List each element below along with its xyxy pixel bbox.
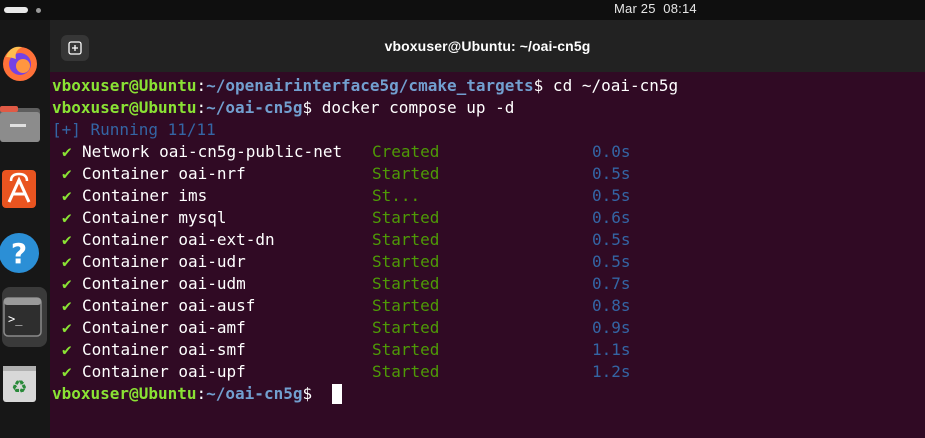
status-text: Started	[372, 164, 440, 183]
resource-name: Container mysql	[82, 208, 227, 227]
resource-name: Container oai-ausf	[82, 296, 256, 315]
status-text: Started	[372, 230, 440, 249]
check-mark: ✔	[62, 340, 72, 359]
compose-row: ✔ Container oai-smf Started 1.1s	[50, 339, 920, 361]
workspace-active-pill	[4, 7, 28, 13]
resource-name: Network oai-cn5g-public-net	[82, 142, 343, 161]
resource-name: Container oai-udm	[82, 274, 246, 293]
elapsed-time: 0.9s	[592, 318, 631, 337]
terminal-line-cd: vboxuser@Ubuntu:~/openairinterface5g/cma…	[52, 75, 678, 97]
check-mark: ✔	[62, 296, 72, 315]
elapsed-time: 0.5s	[592, 164, 631, 183]
window-title: vboxuser@Ubuntu: ~/oai-cn5g	[384, 38, 591, 54]
clock[interactable]: Mar 25 08:14	[614, 1, 697, 16]
compose-row: ✔ Container oai-upf Started 1.2s	[50, 361, 920, 383]
prompt-path: ~/oai-cn5g	[206, 98, 303, 117]
compose-row: ✔ Network oai-cn5g-public-net Created 0.0s	[50, 141, 920, 163]
check-mark: ✔	[62, 186, 72, 205]
resource-name: Container oai-udr	[82, 252, 246, 271]
terminal-icon[interactable]: >_	[0, 294, 50, 344]
prompt-path: ~/openairinterface5g/cmake_targets	[206, 76, 534, 95]
header-bar: vboxuser@Ubuntu: ~/oai-cn5g	[50, 20, 925, 72]
prompt-user: vboxuser@Ubuntu	[52, 384, 197, 403]
command-text: docker compose up -d	[312, 98, 515, 117]
compose-row: ✔ Container oai-udr Started 0.5s	[50, 251, 920, 273]
resource-name: Container oai-nrf	[82, 164, 246, 183]
elapsed-time: 0.7s	[592, 274, 631, 293]
status-text: Started	[372, 362, 440, 381]
elapsed-time: 1.2s	[592, 362, 631, 381]
elapsed-time: 0.8s	[592, 296, 631, 315]
status-text: Started	[372, 252, 440, 271]
check-mark: ✔	[62, 142, 72, 161]
status-text: Started	[372, 340, 440, 359]
app-center-icon[interactable]	[0, 166, 50, 216]
elapsed-time: 0.5s	[592, 230, 631, 249]
terminal-output[interactable]: vboxuser@Ubuntu:~/openairinterface5g/cma…	[50, 72, 925, 438]
status-text: Started	[372, 318, 440, 337]
terminal-line-compose: vboxuser@Ubuntu:~/oai-cn5g$ docker compo…	[52, 97, 514, 119]
help-icon[interactable]: ?	[0, 230, 50, 280]
elapsed-time: 0.5s	[592, 186, 631, 205]
compose-row: ✔ Container ims St... 0.5s	[50, 185, 920, 207]
resource-name: Container oai-smf	[82, 340, 246, 359]
prompt-symbol: $	[533, 76, 544, 95]
elapsed-time: 0.0s	[592, 142, 631, 161]
workspace-dot	[36, 8, 41, 13]
check-mark: ✔	[62, 274, 72, 293]
compose-row: ✔ Container oai-nrf Started 0.5s	[50, 163, 920, 185]
compose-row: ✔ Container oai-ausf Started 0.8s	[50, 295, 920, 317]
terminal-window: vboxuser@Ubuntu: ~/oai-cn5g vboxuser@Ubu…	[50, 20, 925, 438]
resource-name: Container oai-amf	[82, 318, 246, 337]
status-text: Created	[372, 142, 440, 161]
compose-row: ✔ Container oai-amf Started 0.9s	[50, 317, 920, 339]
dock: ? >_ ♻	[0, 20, 50, 438]
resource-name: Container oai-upf	[82, 362, 246, 381]
check-mark: ✔	[62, 318, 72, 337]
firefox-icon[interactable]	[0, 37, 50, 87]
running-status: [+] Running 11/11	[52, 120, 216, 139]
prompt-separator: :	[196, 76, 207, 95]
prompt-user: vboxuser@Ubuntu	[52, 76, 197, 95]
compose-row: ✔ Container oai-udm Started 0.7s	[50, 273, 920, 295]
top-bar: Mar 25 08:14	[0, 0, 925, 20]
prompt-symbol: $	[302, 384, 322, 403]
resource-name: Container ims	[82, 186, 208, 205]
prompt-user: vboxuser@Ubuntu	[52, 98, 197, 117]
check-mark: ✔	[62, 208, 72, 227]
svg-text:?: ?	[11, 237, 27, 270]
resource-name: Container oai-ext-dn	[82, 230, 275, 249]
prompt-path: ~/oai-cn5g	[206, 384, 303, 403]
status-text: St...	[372, 186, 421, 205]
text-cursor	[332, 384, 342, 404]
check-mark: ✔	[62, 252, 72, 271]
prompt-separator: :	[196, 384, 207, 403]
svg-text:>_: >_	[8, 312, 23, 326]
compose-row: ✔ Container mysql Started 0.6s	[50, 207, 920, 229]
prompt-symbol: $	[302, 98, 313, 117]
prompt-separator: :	[196, 98, 207, 117]
files-icon[interactable]	[0, 102, 50, 152]
status-text: Started	[372, 274, 440, 293]
svg-text:♻: ♻	[11, 377, 27, 398]
elapsed-time: 0.5s	[592, 252, 631, 271]
elapsed-time: 0.6s	[592, 208, 631, 227]
elapsed-time: 1.1s	[592, 340, 631, 359]
terminal-line-prompt: vboxuser@Ubuntu:~/oai-cn5g$	[52, 383, 322, 405]
status-text: Started	[372, 296, 440, 315]
check-mark: ✔	[62, 230, 72, 249]
trash-icon[interactable]: ♻	[0, 360, 50, 410]
command-text: cd ~/oai-cn5g	[543, 76, 679, 95]
compose-row: ✔ Container oai-ext-dn Started 0.5s	[50, 229, 920, 251]
check-mark: ✔	[62, 362, 72, 381]
check-mark: ✔	[62, 164, 72, 183]
status-text: Started	[372, 208, 440, 227]
